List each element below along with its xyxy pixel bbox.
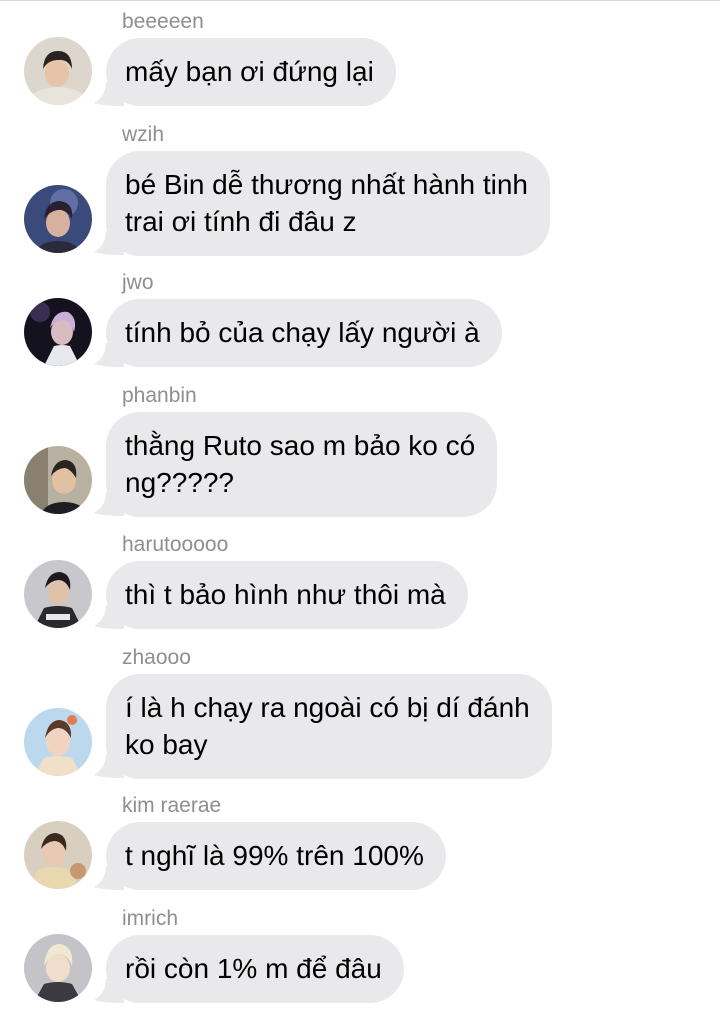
sender-name: beeeeen: [122, 10, 204, 33]
avatar[interactable]: [24, 821, 92, 889]
sender-name: zhaooo: [122, 646, 191, 669]
avatar[interactable]: [24, 298, 92, 366]
message-row: beeeeen mấy bạn ơi đứng lại: [0, 10, 720, 106]
sender-name: imrich: [122, 907, 178, 930]
profile-photo-icon: [24, 821, 92, 889]
sender-name: phanbin: [122, 384, 197, 407]
profile-photo-icon: [24, 446, 92, 514]
avatar[interactable]: [24, 934, 92, 1002]
avatar[interactable]: [24, 446, 92, 514]
message-row: jwo tính bỏ của chạy lấy người à: [0, 271, 720, 367]
profile-photo-icon: [24, 560, 92, 628]
profile-photo-icon: [24, 708, 92, 776]
message-bubble[interactable]: thằng Ruto sao m bảo ko có ng?????: [106, 412, 498, 517]
message-bubble[interactable]: í là h chạy ra ngoài có bị dí đánh ko ba…: [106, 674, 552, 779]
top-divider: [0, 0, 720, 1]
message-row: kim raerae t nghĩ là 99% trên 100%: [0, 794, 720, 890]
sender-name: kim raerae: [122, 794, 222, 817]
message-bubble[interactable]: t nghĩ là 99% trên 100%: [106, 822, 446, 890]
avatar[interactable]: [24, 185, 92, 253]
avatar[interactable]: [24, 37, 92, 105]
message-row: phanbin thằng Ruto sao m bảo ko có ng???…: [0, 384, 720, 517]
sender-name: jwo: [122, 271, 154, 294]
profile-photo-icon: [24, 934, 92, 1002]
message-row: harutooooo thì t bảo hình như thôi mà: [0, 533, 720, 629]
avatar[interactable]: [24, 560, 92, 628]
message-bubble[interactable]: mấy bạn ơi đứng lại: [106, 38, 396, 106]
message-row: imrich rồi còn 1% m để đâu: [0, 907, 720, 1003]
message-bubble[interactable]: thì t bảo hình như thôi mà: [106, 561, 468, 629]
message-row: wzih bé Bin dễ thương nhất hành tinh tra…: [0, 123, 720, 256]
message-row: zhaooo í là h chạy ra ngoài có bị dí đán…: [0, 646, 720, 779]
profile-photo-icon: [24, 298, 92, 366]
sender-name: harutooooo: [122, 533, 229, 556]
sender-name: wzih: [122, 123, 165, 146]
profile-photo-icon: [24, 37, 92, 105]
avatar[interactable]: [24, 708, 92, 776]
message-bubble[interactable]: tính bỏ của chạy lấy người à: [106, 299, 502, 367]
message-bubble[interactable]: rồi còn 1% m để đâu: [106, 935, 404, 1003]
message-bubble[interactable]: bé Bin dễ thương nhất hành tinh trai ơi …: [106, 151, 550, 256]
profile-photo-icon: [24, 185, 92, 253]
